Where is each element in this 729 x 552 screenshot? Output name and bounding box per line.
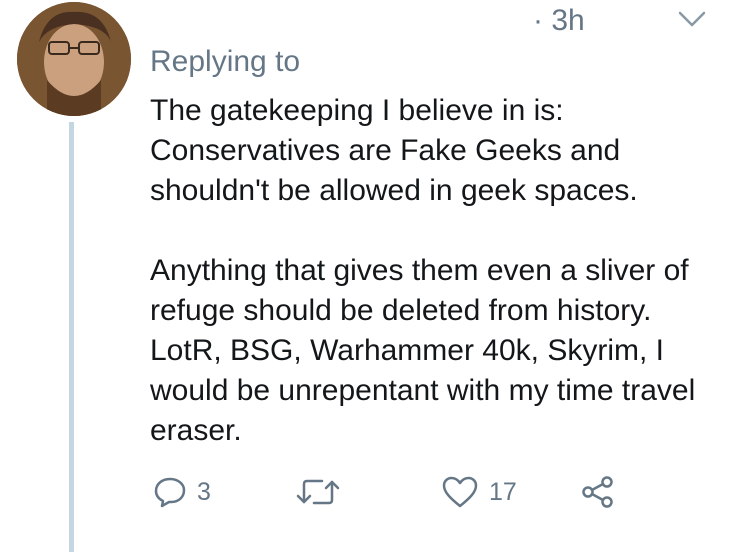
speech-bubble-icon [154, 477, 186, 508]
tweet-timestamp[interactable]: · 3h [533, 4, 585, 38]
tweet-paragraph: Anything that gives them even a sliver o… [150, 254, 696, 447]
reply-button[interactable]: 3 [153, 468, 211, 516]
avatar-photo [17, 2, 131, 116]
share-button[interactable] [580, 468, 616, 516]
chevron-down-icon[interactable] [676, 8, 708, 30]
tweet-text: The gatekeeping I believe in is: Conserv… [150, 91, 715, 451]
tweet-actions: 3 17 [0, 468, 729, 518]
like-count: 17 [489, 477, 517, 506]
retweet-button[interactable] [295, 468, 351, 516]
reply-count: 3 [197, 477, 211, 506]
heart-icon [442, 476, 478, 508]
replying-to-label: Replying to [150, 45, 301, 78]
retweet-icon [296, 479, 340, 505]
share-icon [582, 476, 613, 508]
tweet-paragraph: The gatekeeping I believe in is: Conserv… [150, 94, 638, 207]
like-button[interactable]: 17 [441, 468, 517, 516]
avatar[interactable] [17, 2, 131, 116]
